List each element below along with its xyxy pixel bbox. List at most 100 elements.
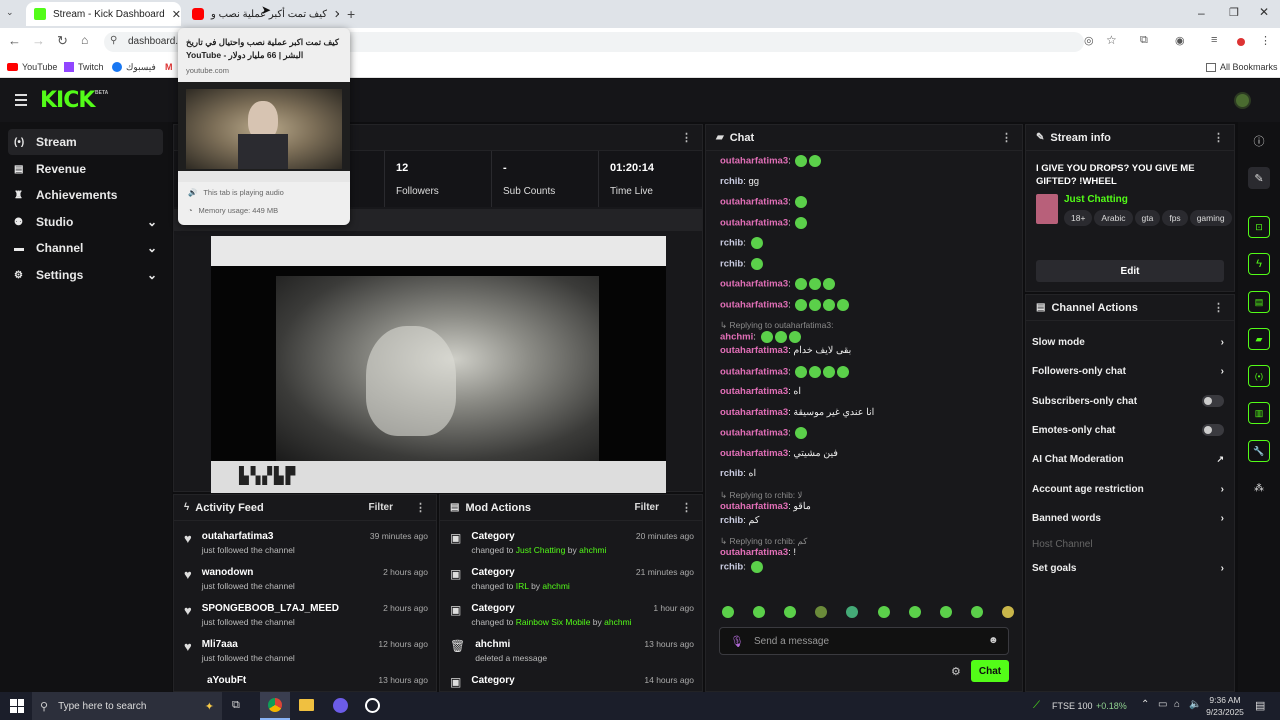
file-explorer-icon[interactable] (299, 699, 314, 711)
chat-username[interactable]: rchib (720, 562, 743, 573)
mod-action-item[interactable]: ▣ Category 14 hours ago (450, 675, 694, 691)
home-icon[interactable]: ⌂ (81, 33, 97, 49)
chat-message[interactable]: rchib: gg (720, 176, 759, 188)
taskbar-search-box[interactable]: ⚲ Type here to search ✦ (32, 692, 222, 720)
chat-message[interactable]: outaharfatima3: (720, 298, 850, 312)
send-chat-button[interactable]: Chat (971, 660, 1009, 682)
emoji-icon[interactable]: ☻ (988, 635, 999, 646)
ticker-name[interactable]: FTSE 100 (1052, 701, 1093, 711)
more-options-icon[interactable]: ⋮ (1001, 131, 1012, 144)
followers-only-action[interactable]: Followers-only chat › (1032, 361, 1224, 381)
emotes-only-toggle[interactable] (1202, 424, 1224, 436)
chat-icon[interactable]: ▰ (1248, 328, 1270, 350)
forward-icon[interactable]: → (32, 33, 48, 49)
discord-icon[interactable] (333, 698, 348, 713)
stream-preview-video[interactable]: ▙▚▞▙▛ (211, 236, 666, 493)
chat-message[interactable]: rchib: (720, 561, 763, 574)
activity-item[interactable]: ♥ outaharfatima3 just followed the channe… (184, 531, 428, 567)
obs-icon[interactable] (365, 698, 380, 713)
emote-icon[interactable] (722, 606, 734, 618)
more-options-icon[interactable]: ⋮ (681, 501, 692, 514)
emote-icon[interactable] (970, 606, 983, 618)
chat-username[interactable]: outaharfatima3 (720, 366, 788, 377)
emote-icon[interactable] (784, 606, 797, 618)
kick-logo[interactable]: KICK (40, 88, 95, 113)
chat-username[interactable]: outaharfatima3 (720, 197, 788, 208)
chat-message[interactable]: outaharfatima3: ماقو (720, 501, 811, 513)
emote-icon[interactable] (846, 606, 859, 618)
document-icon[interactable]: ▤ (1248, 291, 1270, 313)
battery-icon[interactable]: ▭ (1158, 699, 1167, 710)
category-link[interactable]: Just Chatting (1064, 194, 1128, 205)
emote-icon[interactable] (1001, 606, 1014, 618)
restore-icon[interactable]: ❐ (1229, 6, 1239, 19)
chat-username[interactable]: outaharfatima3 (720, 386, 788, 397)
nav-settings[interactable]: ⚙ Settings ⌄ (8, 262, 163, 288)
reload-icon[interactable]: ↻ (57, 33, 73, 49)
windows-start-icon[interactable] (10, 699, 24, 713)
nav-revenue[interactable]: ▤ Revenue (8, 156, 163, 182)
chat-username[interactable]: outaharfatima3 (720, 156, 788, 167)
chat-username[interactable]: rchib (720, 468, 743, 479)
chat-message[interactable]: outaharfatima3: (720, 216, 808, 230)
chat-message[interactable]: rchib: اه (720, 468, 756, 480)
hamburger-menu-icon[interactable] (15, 94, 27, 106)
new-tab-icon[interactable]: + (347, 6, 355, 22)
wrench-icon[interactable]: 🔧 (1248, 440, 1270, 462)
chat-username[interactable]: outaharfatima3 (720, 448, 788, 459)
chat-username[interactable]: outaharfatima3 (720, 547, 788, 558)
tag[interactable]: gaming (1189, 210, 1232, 226)
chat-message[interactable]: outaharfatima3: (720, 427, 808, 440)
emote-icon[interactable] (908, 606, 921, 618)
microphone-icon[interactable]: 🎙 (730, 635, 744, 648)
tab-search-icon[interactable]: ⌄ (6, 7, 20, 21)
account-age-action[interactable]: Account age restriction › (1032, 479, 1224, 499)
profile-avatar[interactable] (1237, 38, 1245, 46)
chat-message[interactable]: outaharfatima3: اه (720, 386, 801, 398)
chat-username[interactable]: outaharfatima3 (720, 428, 788, 439)
chat-message[interactable]: outaharfatima3: انا عندي غير موسيقة (720, 407, 874, 419)
emote-icon[interactable] (939, 606, 952, 618)
bookmark-youtube[interactable]: YouTube (7, 59, 57, 75)
chat-username[interactable]: outaharfatima3 (720, 501, 788, 512)
chat-message[interactable]: rchib: كم (720, 515, 759, 527)
emote-icon[interactable] (815, 606, 828, 618)
filter-button[interactable]: Filter (635, 502, 659, 513)
chat-username[interactable]: rchib (720, 176, 743, 187)
activity-item[interactable]: aYoubFt 13 hours ago (184, 675, 428, 691)
edit-icon[interactable]: ✎ (1248, 167, 1270, 189)
eye-off-icon[interactable]: ◎ (1084, 34, 1100, 50)
nav-achievements[interactable]: ♜ Achievements (8, 182, 163, 208)
chat-username[interactable]: ahchmi (720, 332, 753, 343)
notification-icon[interactable]: ▤ (1255, 699, 1265, 712)
tag[interactable]: fps (1162, 210, 1188, 226)
media-control-icon[interactable]: ≡ (1211, 34, 1227, 50)
extensions-icon[interactable]: ⧉ (1140, 34, 1156, 50)
bookmark-twitch[interactable]: Twitch (64, 59, 104, 75)
bookmark-facebook[interactable]: فيسبوك (112, 59, 156, 75)
tag[interactable]: 18+ (1064, 210, 1093, 226)
edit-stream-info-button[interactable]: Edit (1036, 260, 1224, 282)
site-info-icon[interactable]: ⚲ (110, 35, 117, 46)
minimize-icon[interactable]: – (1198, 6, 1205, 20)
more-options-icon[interactable]: ⋮ (1213, 131, 1224, 144)
more-options-icon[interactable]: ⋮ (415, 501, 426, 514)
chat-username[interactable]: rchib (720, 258, 743, 269)
emote-icon[interactable] (753, 606, 766, 618)
all-bookmarks[interactable]: All Bookmarks (1206, 59, 1278, 75)
ai-moderation-action[interactable]: AI Chat Moderation ↗ (1032, 449, 1224, 469)
apps-icon[interactable]: ⁂ (1248, 477, 1270, 499)
tag[interactable]: Arabic (1094, 210, 1133, 226)
bookmark-star-icon[interactable]: ☆ (1106, 33, 1122, 49)
bookmark-gmail[interactable]: M (165, 59, 173, 75)
network-icon[interactable]: ⌂ (1174, 699, 1180, 710)
tab-kick-dashboard[interactable]: Stream - Kick Dashboard ✕ (26, 2, 181, 26)
chat-message[interactable]: outaharfatima3: (720, 278, 836, 291)
nav-stream[interactable]: (•) Stream (8, 129, 163, 155)
capture-icon[interactable]: ⊡ (1248, 216, 1270, 238)
volume-icon[interactable]: 🔈 (1189, 699, 1201, 710)
banned-words-action[interactable]: Banned words › (1032, 508, 1224, 528)
chat-message[interactable]: outaharfatima3: (720, 196, 808, 209)
tab-close-icon[interactable]: ✕ (172, 8, 181, 21)
chat-username[interactable]: outaharfatima3 (720, 345, 788, 356)
